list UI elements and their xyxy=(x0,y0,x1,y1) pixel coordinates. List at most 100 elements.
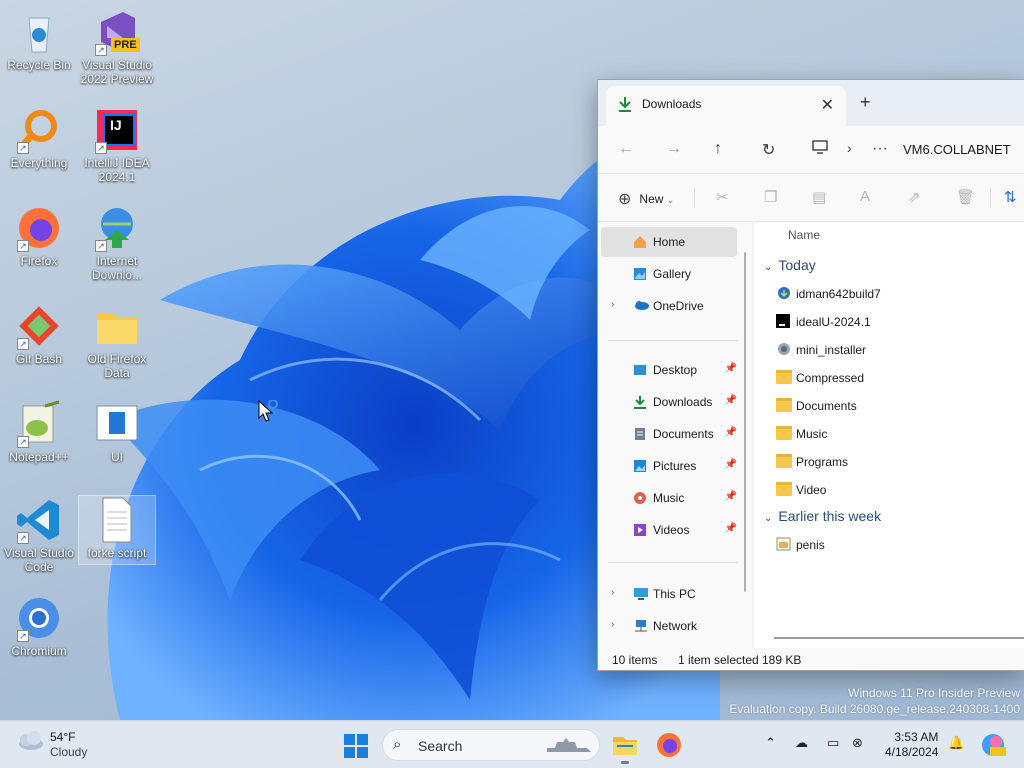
start-button[interactable] xyxy=(343,733,369,762)
taskbar-file-explorer[interactable] xyxy=(611,731,639,764)
forward-arrow-icon[interactable]: → xyxy=(666,140,682,158)
chevron-right-icon[interactable]: › xyxy=(611,619,614,630)
nav-item-documents[interactable]: Documents 📌 xyxy=(601,419,737,449)
weather-widget[interactable]: 54°F Cloudy xyxy=(16,729,87,759)
network-icon xyxy=(633,619,647,633)
shortcut-arrow-icon: ↗ xyxy=(95,142,107,154)
notification-bell-icon[interactable]: 🔔 xyxy=(948,735,964,751)
pin-icon[interactable]: 📌 xyxy=(725,427,737,438)
document-icon xyxy=(633,427,647,441)
chevron-right-icon[interactable]: › xyxy=(611,299,614,310)
column-header-name[interactable]: Name xyxy=(788,228,820,242)
group-header-earlier-this-week[interactable]: ⌄ Earlier this week xyxy=(764,508,881,524)
divider xyxy=(608,340,738,341)
installer-icon xyxy=(776,342,792,356)
file-row[interactable]: idealU-2024.1 xyxy=(776,310,1016,334)
folder-icon xyxy=(776,426,792,440)
item-count: 10 items xyxy=(612,653,658,667)
desktop-icon-recycle-bin[interactable]: Recycle Bin xyxy=(1,8,77,72)
taskbar-clock[interactable]: 3:53 AM 4/18/2024 xyxy=(885,730,938,760)
file-row[interactable]: penis xyxy=(776,533,1016,557)
installer-icon xyxy=(776,286,792,300)
more-breadcrumbs-button[interactable]: ··· xyxy=(872,140,888,158)
breadcrumb[interactable]: VM6.COLLABNET xyxy=(903,142,1011,157)
file-row[interactable]: Programs xyxy=(776,450,1016,474)
videos-icon xyxy=(633,523,647,537)
file-list-scrollbar[interactable] xyxy=(774,637,1024,639)
chevron-right-icon[interactable]: › xyxy=(847,140,852,156)
nav-item-gallery[interactable]: Gallery xyxy=(601,259,737,289)
desktop-icon-ui[interactable]: UI xyxy=(79,400,155,464)
nav-item-music[interactable]: Music 📌 xyxy=(601,483,737,513)
mouse-cursor-icon xyxy=(258,399,282,427)
cloud-sync-icon[interactable]: ☁ xyxy=(795,735,808,751)
up-arrow-icon[interactable]: ↑ xyxy=(714,140,722,158)
close-tab-icon[interactable]: ✕ xyxy=(821,95,834,115)
chevron-right-icon[interactable]: › xyxy=(611,587,614,598)
copilot-pre-button[interactable] xyxy=(980,732,1008,760)
music-icon xyxy=(633,491,647,505)
file-row[interactable]: Music xyxy=(776,422,1016,446)
delete-icon[interactable]: 🗑 xyxy=(956,188,975,206)
nav-item-home[interactable]: Home xyxy=(601,227,737,257)
file-row[interactable]: mini_installer xyxy=(776,338,1016,362)
download-arrow-icon xyxy=(618,96,632,115)
desktop-icon-label: IntelliJ IDEA 2024.1 xyxy=(84,156,150,184)
nav-item-pictures[interactable]: Pictures 📌 xyxy=(601,451,737,481)
rename-icon[interactable]: A xyxy=(860,188,870,205)
desktop-icon-everything[interactable]: ↗ Everything xyxy=(1,106,77,170)
folder-icon xyxy=(776,482,792,496)
nav-item-network[interactable]: › Network xyxy=(601,611,737,641)
desktop-icon-old-firefox-data[interactable]: Old Firefox Data xyxy=(79,302,155,380)
new-tab-button[interactable]: + xyxy=(860,92,871,113)
nav-label: Network xyxy=(653,619,698,633)
share-icon[interactable]: ⇗ xyxy=(908,188,921,206)
desktop-icon-visual-studio-2022-preview[interactable]: PRE ↗ Visual Studio 2022 Preview xyxy=(79,8,155,86)
pin-icon[interactable]: 📌 xyxy=(725,395,737,406)
desktop-icon-notepad-plus-plus[interactable]: ↗ Notepad++ xyxy=(1,400,77,464)
copy-icon[interactable]: ❐ xyxy=(764,188,777,206)
new-button[interactable]: ⊕ New ⌄ xyxy=(618,189,674,209)
evaluation-watermark: Windows 11 Pro Insider Preview Evaluatio… xyxy=(729,685,1020,717)
desktop-icon-visual-studio-code[interactable]: ↗ Visual Studio Code xyxy=(1,496,77,574)
desktop-icon-git-bash[interactable]: ↗ Git Bash xyxy=(1,302,77,366)
taskbar-firefox[interactable] xyxy=(655,731,683,759)
paste-icon[interactable]: ▤ xyxy=(812,188,826,206)
shortcut-arrow-icon: ↗ xyxy=(95,44,107,56)
nav-item-this-pc[interactable]: › This PC xyxy=(601,579,737,609)
network-status-icon[interactable]: ⊗ xyxy=(852,735,863,751)
chevron-up-icon[interactable]: ⌃ xyxy=(765,735,776,751)
file-row[interactable]: idman642build7 xyxy=(776,282,1016,306)
file-explorer-window[interactable]: Downloads ✕ + ← → ↑ ↻ › ··· VM6.COLLABNE… xyxy=(597,79,1024,671)
file-row[interactable]: Documents xyxy=(776,394,1016,418)
pin-icon[interactable]: 📌 xyxy=(725,459,737,470)
nav-item-downloads[interactable]: Downloads 📌 xyxy=(601,387,737,417)
nav-item-desktop[interactable]: Desktop 📌 xyxy=(601,355,737,385)
group-header-today[interactable]: ⌄ Today xyxy=(764,257,816,273)
cut-icon[interactable]: ✂ xyxy=(716,188,729,206)
taskbar-search[interactable]: ⌕ Search xyxy=(382,729,600,761)
desktop-icon-firefox[interactable]: ↗ Firefox xyxy=(1,204,77,268)
display-icon[interactable]: ▭ xyxy=(827,735,839,751)
file-row[interactable]: Video xyxy=(776,478,1016,502)
sort-icon[interactable]: ⇅ xyxy=(1004,188,1017,206)
pin-icon[interactable]: 📌 xyxy=(725,523,737,534)
back-arrow-icon[interactable]: ← xyxy=(618,140,634,158)
desktop-icon-forke-script[interactable]: forke script xyxy=(78,495,156,565)
desktop-icon-label: forke script xyxy=(87,546,147,560)
nav-item-videos[interactable]: Videos 📌 xyxy=(601,515,737,545)
navigation-pane: Home Gallery › OneDrive Desktop 📌 Downlo… xyxy=(598,222,752,648)
gallery-icon xyxy=(633,267,647,281)
desktop-icon-internet-download-manager[interactable]: ↗ Internet Downlo... xyxy=(79,204,155,282)
tab-downloads[interactable]: Downloads ✕ xyxy=(606,86,846,126)
nav-pane-scrollbar[interactable] xyxy=(744,252,746,592)
file-row[interactable]: Compressed xyxy=(776,366,1016,390)
nav-item-onedrive[interactable]: › OneDrive xyxy=(601,291,737,321)
desktop-icon-intellij-idea[interactable]: IJ ↗ IntelliJ IDEA 2024.1 xyxy=(79,106,155,184)
pin-icon[interactable]: 📌 xyxy=(725,363,737,374)
desktop-icon-chromium[interactable]: ↗ Chromium xyxy=(1,594,77,658)
monitor-icon[interactable] xyxy=(812,140,828,159)
window-app-icon xyxy=(93,400,141,448)
pin-icon[interactable]: 📌 xyxy=(725,491,737,502)
refresh-icon[interactable]: ↻ xyxy=(762,140,775,160)
